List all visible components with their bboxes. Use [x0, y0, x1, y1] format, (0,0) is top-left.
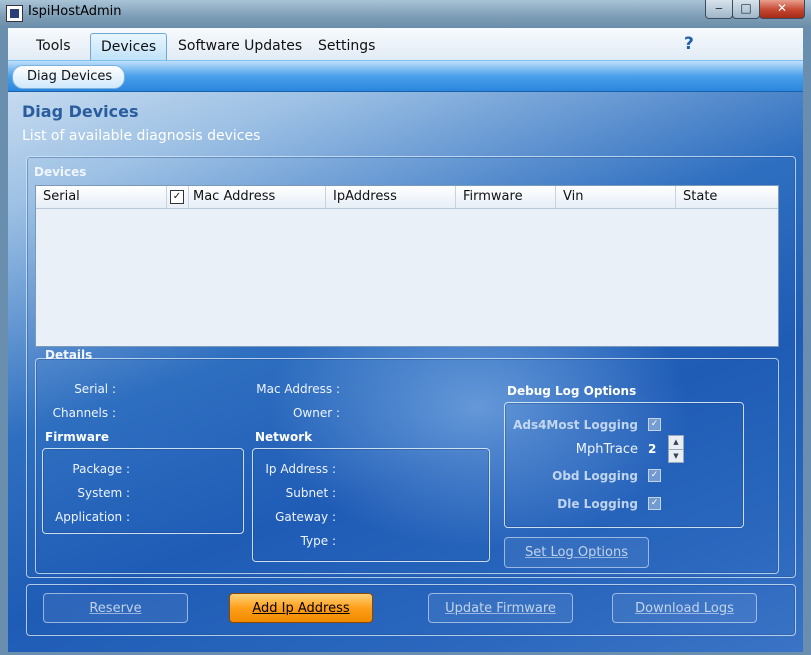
devices-table-header: Serial ✓ Mac Address IpAddress Firmware … [36, 186, 778, 209]
add-ip-address-button[interactable]: Add Ip Address [229, 593, 373, 623]
ip-address-label: Ip Address : [265, 462, 336, 476]
dle-logging-label: Dle Logging [557, 497, 638, 511]
serial-label: Serial : [74, 382, 116, 396]
tab-tools[interactable]: Tools [26, 33, 81, 59]
select-all-checkbox[interactable]: ✓ [170, 190, 184, 204]
column-state[interactable]: State [676, 186, 778, 208]
breadcrumb-diag-devices[interactable]: Diag Devices [12, 65, 126, 89]
ads4most-logging-label: Ads4Most Logging [513, 418, 638, 432]
title-bar: IspiHostAdmin ‒ □ ✕ [0, 0, 811, 26]
obd-logging-label: Obd Logging [552, 469, 638, 483]
spin-down-icon[interactable]: ▼ [669, 449, 683, 462]
client-area: Tools Devices Software Updates Settings … [8, 28, 803, 652]
close-button[interactable]: ✕ [759, 0, 805, 19]
obd-logging-checkbox[interactable]: ✓ [648, 469, 661, 482]
mphtrace-spinner[interactable]: ▲ ▼ [668, 435, 684, 463]
channels-label: Channels : [52, 406, 116, 420]
mphtrace-value[interactable]: 2 [648, 442, 656, 456]
ads4most-logging-checkbox[interactable]: ✓ [648, 418, 661, 431]
reserve-button[interactable]: Reserve [43, 593, 188, 623]
column-serial[interactable]: Serial [36, 186, 167, 208]
help-icon[interactable]: ? [684, 34, 694, 54]
tab-software-updates[interactable]: Software Updates [168, 33, 312, 59]
mac-address-label: Mac Address : [256, 382, 340, 396]
column-mac-address[interactable]: Mac Address [186, 186, 326, 208]
spin-up-icon[interactable]: ▲ [669, 436, 683, 448]
subnet-label: Subnet : [285, 486, 336, 500]
column-ip-address[interactable]: IpAddress [326, 186, 456, 208]
column-firmware[interactable]: Firmware [456, 186, 556, 208]
column-vin[interactable]: Vin [556, 186, 676, 208]
download-logs-button[interactable]: Download Logs [612, 593, 757, 623]
tab-settings[interactable]: Settings [308, 33, 385, 59]
package-label: Package : [72, 462, 130, 476]
update-firmware-button[interactable]: Update Firmware [428, 593, 573, 623]
system-label: System : [77, 486, 130, 500]
page-subtitle: List of available diagnosis devices [22, 128, 261, 144]
mphtrace-label: MphTrace [575, 442, 638, 457]
page-title: Diag Devices [22, 102, 139, 121]
devices-table[interactable]: Serial ✓ Mac Address IpAddress Firmware … [35, 185, 779, 347]
window-title: IspiHostAdmin [28, 4, 122, 19]
tab-bar: Tools Devices Software Updates Settings … [8, 28, 803, 61]
details-group-label: Details [45, 348, 93, 362]
type-label: Type : [300, 534, 336, 548]
application-label: Application : [55, 510, 130, 524]
app-icon [6, 5, 23, 22]
devices-group-label: Devices [34, 165, 87, 179]
gateway-label: Gateway : [275, 510, 336, 524]
owner-label: Owner : [292, 406, 340, 420]
minimize-button[interactable]: ‒ [705, 0, 733, 19]
network-section-label: Network [255, 430, 313, 444]
tab-devices[interactable]: Devices [90, 33, 168, 61]
firmware-section-label: Firmware [45, 430, 109, 444]
debug-log-options-label: Debug Log Options [507, 384, 637, 398]
dle-logging-checkbox[interactable]: ✓ [648, 497, 661, 510]
breadcrumb-bar: Diag Devices [8, 60, 803, 92]
set-log-options-button[interactable]: Set Log Options [504, 537, 649, 568]
maximize-button[interactable]: □ [732, 0, 760, 19]
